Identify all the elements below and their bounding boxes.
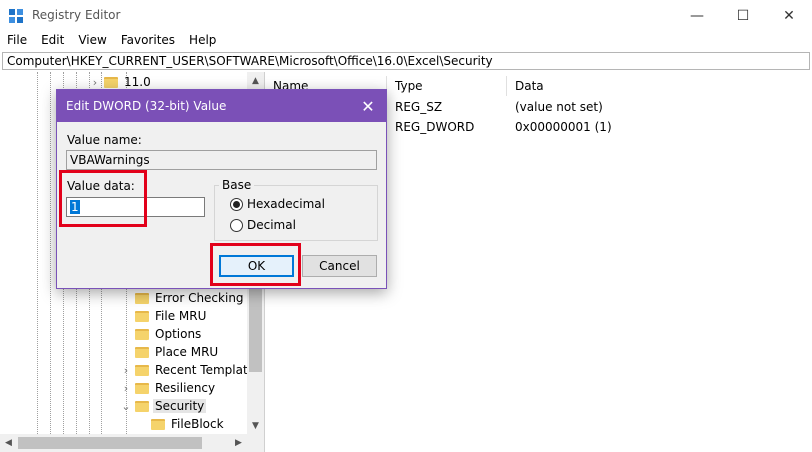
minimize-button[interactable]: — [674,0,720,31]
dialog-title-bar[interactable]: Edit DWORD (32-bit) Value ✕ [57,90,386,122]
folder-icon [135,400,149,412]
minimize-icon: — [690,7,704,24]
folder-icon [151,418,165,430]
menu-edit[interactable]: Edit [34,31,71,51]
value-type-cell[interactable]: REG_SZ [395,100,442,114]
tree-item-recent-templates[interactable]: › Recent Templates [119,361,263,379]
menu-favorites[interactable]: Favorites [114,31,182,51]
folder-icon [135,346,149,358]
close-icon: ✕ [783,7,795,24]
scroll-right-icon[interactable]: ▶ [230,434,247,452]
tree-item-place-mru[interactable]: Place MRU [119,343,220,361]
column-header-data[interactable]: Data [509,76,809,96]
scroll-up-icon[interactable]: ▲ [247,72,264,89]
value-data-input[interactable]: 1 [66,197,205,217]
value-type-cell[interactable]: REG_DWORD [395,120,474,134]
tree-guide-line [50,72,51,434]
tree-item-error-checking[interactable]: Error Checking [119,289,246,307]
scroll-left-icon[interactable]: ◀ [0,434,17,452]
base-groupbox [214,185,378,241]
close-window-button[interactable]: ✕ [766,0,812,31]
menu-help[interactable]: Help [182,31,223,51]
value-data-cell[interactable]: (value not set) [515,100,603,114]
value-data-label: Value data: [67,179,135,193]
value-name-label: Value name: [67,133,142,147]
maximize-button[interactable]: ☐ [720,0,766,31]
folder-icon [104,76,118,88]
cancel-button[interactable]: Cancel [302,255,377,277]
tree-item-security[interactable]: ⌄ Security [119,397,207,415]
menu-file[interactable]: File [0,31,34,51]
address-bar[interactable]: Computer\HKEY_CURRENT_USER\SOFTWARE\Micr… [2,52,810,70]
folder-icon [135,364,149,376]
tree-item-resiliency[interactable]: › Resiliency [119,379,217,397]
radio-unchecked-icon [230,218,243,232]
base-label: Base [219,178,255,192]
ok-button[interactable]: OK [219,255,294,277]
scroll-thumb[interactable] [18,437,202,449]
menu-view[interactable]: View [71,31,113,51]
registry-editor-icon [9,9,23,23]
folder-icon [135,382,149,394]
dialog-close-button[interactable]: ✕ [350,90,386,122]
edit-dword-dialog: Edit DWORD (32-bit) Value ✕ Value name: … [56,89,387,289]
tree-item-file-mru[interactable]: File MRU [119,307,208,325]
scroll-down-icon[interactable]: ▼ [247,417,264,434]
decimal-radio[interactable]: Decimal [230,218,296,232]
folder-icon [135,292,149,304]
window-title: Registry Editor [32,8,121,22]
close-icon: ✕ [361,96,375,116]
value-data-text: 1 [70,200,80,214]
column-header-type[interactable]: Type [389,76,507,96]
chevron-down-icon[interactable]: ⌄ [119,397,133,415]
menu-bar: File Edit View Favorites Help [0,31,812,51]
maximize-icon: ☐ [736,7,750,24]
radio-checked-icon [230,197,243,211]
tree-horizontal-scrollbar[interactable]: ◀ ▶ [0,434,264,452]
tree-item-options[interactable]: Options [119,325,203,343]
tree-item-fileblock[interactable]: FileBlock [135,415,226,433]
title-bar: Registry Editor — ☐ ✕ [0,0,812,31]
dialog-title: Edit DWORD (32-bit) Value [66,99,227,113]
tree-guide-line [37,72,38,434]
chevron-right-icon[interactable]: › [119,361,133,379]
value-name-field[interactable]: VBAWarnings [66,150,377,170]
value-data-cell[interactable]: 0x00000001 (1) [515,120,612,134]
hexadecimal-radio[interactable]: Hexadecimal [230,197,325,211]
folder-icon [135,310,149,322]
folder-icon [135,328,149,340]
chevron-right-icon[interactable]: › [119,379,133,397]
